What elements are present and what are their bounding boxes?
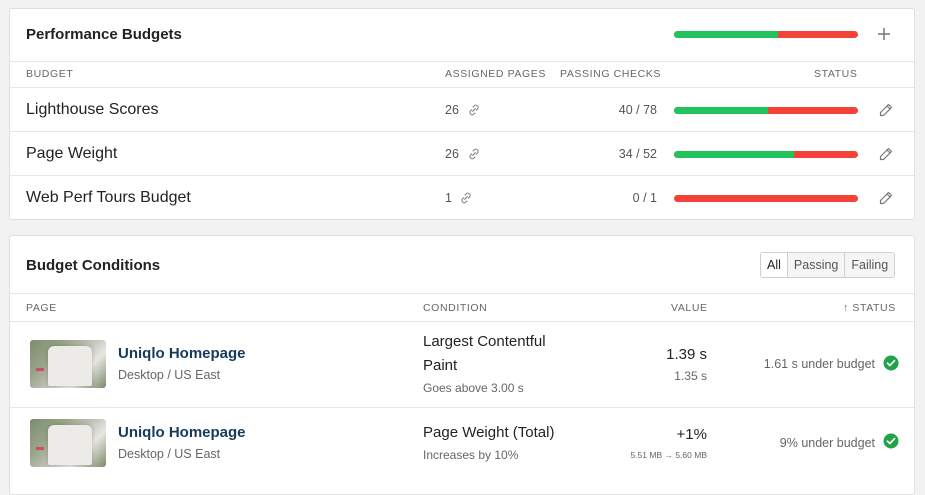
assigned-pages-count: 26	[445, 147, 459, 161]
condition-status: 1.61 s under budget	[763, 357, 875, 371]
page-thumbnail	[30, 419, 106, 467]
divider	[10, 175, 914, 176]
filter-all-button[interactable]: All	[761, 253, 787, 277]
summary-status-bar	[674, 31, 858, 38]
column-header-value: VALUE	[671, 302, 708, 314]
divider	[10, 131, 914, 132]
budget-status-bar	[674, 151, 858, 158]
condition-threshold: Increases by 10%	[423, 448, 519, 462]
budget-conditions-card: Budget Conditions All Passing Failing PA…	[9, 235, 915, 495]
column-header-condition: CONDITION	[423, 302, 488, 314]
plus-icon[interactable]	[876, 26, 892, 42]
column-header-status: STATUS	[814, 68, 858, 80]
passing-checks: 40 / 78	[618, 103, 657, 117]
column-header-passing: PASSING CHECKS	[560, 68, 661, 80]
condition-name-cont: Paint	[423, 357, 458, 374]
column-header-status-sort[interactable]: ↑ STATUS	[843, 302, 896, 314]
budget-status-bar	[674, 107, 858, 114]
divider	[10, 61, 914, 62]
pencil-icon[interactable]	[878, 146, 894, 162]
link-icon[interactable]	[467, 103, 481, 117]
page-location: Desktop / US East	[118, 447, 221, 461]
condition-threshold: Goes above 3.00 s	[423, 381, 524, 395]
condition-name: Largest Contentful	[423, 333, 546, 350]
performance-budgets-card: Performance Budgets BUDGET ASSIGNED PAGE…	[9, 8, 915, 220]
budget-status-bar	[674, 195, 858, 202]
column-header-assigned: ASSIGNED PAGES	[445, 68, 546, 80]
column-header-budget: BUDGET	[26, 68, 74, 80]
budget-name[interactable]: Web Perf Tours Budget	[26, 189, 191, 207]
link-icon[interactable]	[467, 147, 481, 161]
budget-name[interactable]: Lighthouse Scores	[26, 101, 159, 119]
pencil-icon[interactable]	[878, 102, 894, 118]
check-circle-icon	[883, 433, 899, 449]
current-value: +1%	[676, 426, 707, 443]
page-location: Desktop / US East	[118, 368, 221, 382]
page-name-link[interactable]: Uniqlo Homepage	[118, 345, 246, 362]
divider	[10, 87, 914, 88]
column-header-page: PAGE	[26, 302, 57, 314]
card-title: Budget Conditions	[26, 257, 161, 274]
passing-checks: 0 / 1	[632, 191, 657, 205]
page-thumbnail	[30, 340, 106, 388]
filter-passing-button[interactable]: Passing	[786, 253, 845, 277]
status-filter-group: All Passing Failing	[760, 252, 896, 278]
pencil-icon[interactable]	[878, 190, 894, 206]
assigned-pages-count: 26	[445, 103, 459, 117]
budget-name[interactable]: Page Weight	[26, 145, 117, 163]
condition-status: 9% under budget	[779, 436, 875, 450]
current-value: 1.39 s	[666, 346, 707, 363]
filter-failing-button[interactable]: Failing	[844, 253, 895, 277]
page-name-link[interactable]: Uniqlo Homepage	[118, 424, 246, 441]
link-icon[interactable]	[459, 191, 473, 205]
divider	[10, 321, 914, 322]
check-circle-icon	[883, 355, 899, 371]
card-title: Performance Budgets	[26, 26, 182, 43]
value-change: 5.51 MB → 5.60 MB	[630, 450, 707, 460]
assigned-pages-count: 1	[445, 191, 452, 205]
passing-checks: 34 / 52	[618, 147, 657, 161]
previous-value: 1.35 s	[674, 369, 707, 383]
condition-name: Page Weight (Total)	[423, 424, 555, 441]
divider	[10, 407, 914, 408]
divider	[10, 293, 914, 294]
